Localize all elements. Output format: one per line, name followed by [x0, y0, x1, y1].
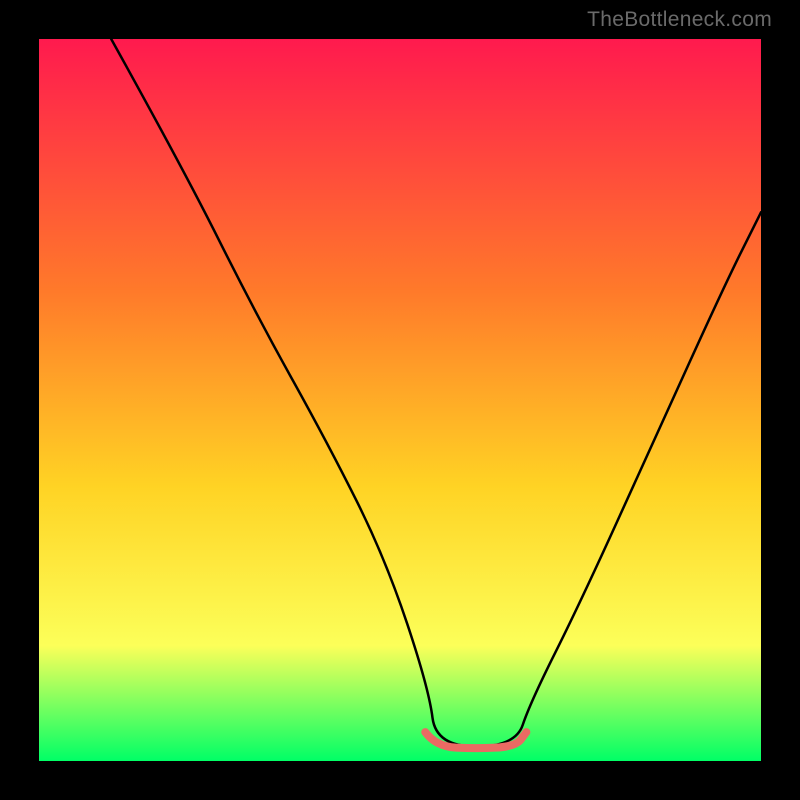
curve-layer [39, 39, 761, 761]
plot-area [39, 39, 761, 761]
chart-stage: TheBottleneck.com [0, 0, 800, 800]
main-notch-curve [111, 39, 761, 747]
watermark-text: TheBottleneck.com [587, 8, 772, 32]
